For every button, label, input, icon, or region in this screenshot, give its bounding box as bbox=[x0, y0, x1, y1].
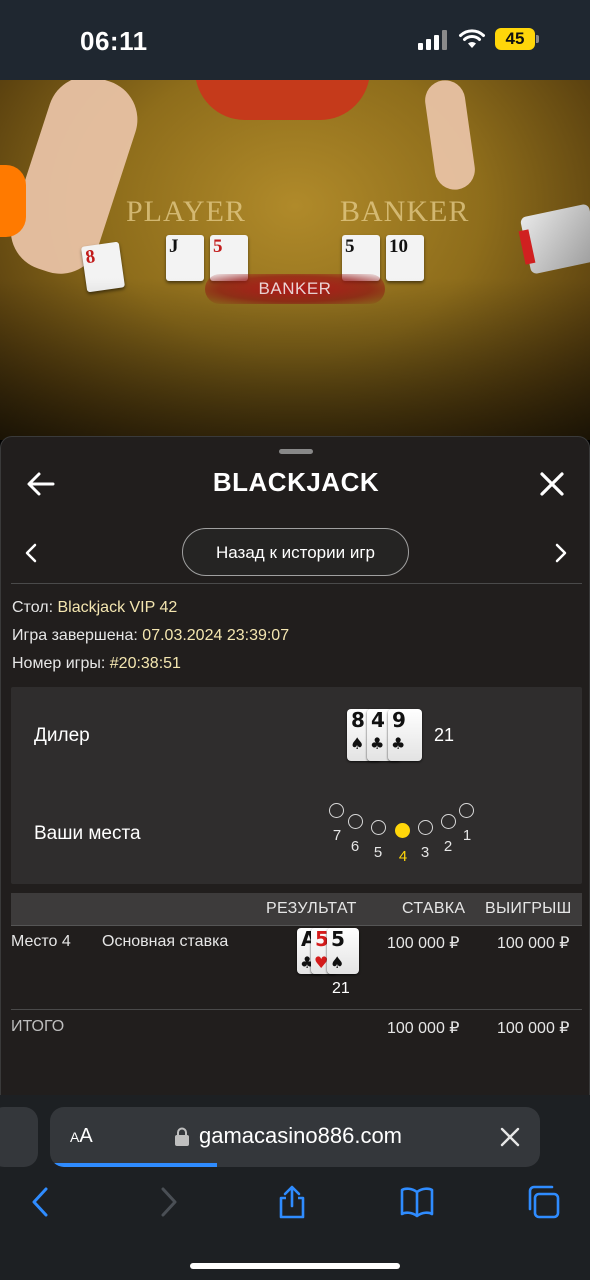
card-shoe bbox=[519, 203, 590, 275]
seat-number: 1 bbox=[462, 827, 472, 844]
seat-marker bbox=[348, 814, 363, 829]
chevron-left-icon[interactable] bbox=[21, 541, 41, 565]
column-result: РЕЗУЛЬТАТ bbox=[266, 900, 357, 917]
table-player-label: PLAYER bbox=[126, 195, 246, 228]
total-label: ИТОГО bbox=[11, 1018, 65, 1035]
dealer-score: 21 bbox=[434, 725, 455, 745]
battery-level: 45 bbox=[495, 28, 535, 50]
seat-number: 2 bbox=[443, 838, 453, 855]
seat-marker bbox=[329, 803, 344, 818]
back-to-history-button[interactable]: Назад к истории игр bbox=[182, 528, 409, 576]
round-result-banner: BANKER bbox=[205, 274, 385, 304]
column-win: ВЫИГРЫШ bbox=[485, 900, 572, 917]
page-load-progress bbox=[50, 1163, 217, 1167]
row-win-amount: 100 000 ₽ bbox=[497, 935, 570, 952]
seat-marker bbox=[418, 820, 433, 835]
battery-icon: 45 bbox=[495, 28, 539, 50]
share-icon[interactable] bbox=[275, 1185, 309, 1219]
lock-icon bbox=[175, 1127, 189, 1146]
row-seat: Место 4 bbox=[11, 933, 71, 950]
divider bbox=[11, 925, 582, 926]
panel-title: BLACKJACK bbox=[212, 467, 380, 497]
row-bet-type: Основная ставка bbox=[102, 933, 229, 950]
chevron-right-icon[interactable] bbox=[551, 541, 571, 565]
hand-summary-box: Дилер 8 ♠ 4 ♣ 9 ♣ 21 Ваши места 7 6 5 4 … bbox=[11, 687, 582, 884]
tabs-icon[interactable] bbox=[526, 1185, 560, 1219]
drag-handle[interactable] bbox=[279, 449, 313, 454]
video-card: 5 bbox=[342, 235, 380, 281]
divider bbox=[11, 583, 582, 584]
game-history-panel: BLACKJACK Назад к истории игр Стол: Blac… bbox=[0, 436, 590, 1101]
previous-tab-preview[interactable] bbox=[0, 1107, 38, 1167]
column-bet: СТАВКА bbox=[402, 900, 466, 917]
playing-card: 5 ♠ bbox=[327, 928, 359, 974]
seat-marker-active bbox=[395, 823, 410, 838]
close-icon[interactable] bbox=[537, 469, 567, 499]
row-bet-amount: 100 000 ₽ bbox=[387, 935, 460, 952]
cellular-signal-icon bbox=[418, 30, 447, 50]
seat-marker bbox=[371, 820, 386, 835]
book-icon[interactable] bbox=[400, 1185, 434, 1219]
live-video-stream[interactable]: PLAYER BANKER 8 J 5 5 10 BANKER bbox=[0, 80, 590, 440]
reader-settings-button[interactable]: AA bbox=[70, 1125, 93, 1148]
url-text: gamacasino886.com bbox=[199, 1123, 403, 1148]
info-table: Стол: Blackjack VIP 42 bbox=[12, 599, 178, 616]
video-card: 10 bbox=[386, 235, 424, 281]
total-bet: 100 000 ₽ bbox=[387, 1020, 460, 1037]
seat-number: 7 bbox=[332, 827, 342, 844]
dealer-label: Дилер bbox=[34, 725, 90, 746]
info-game-number: Номер игры: #20:38:51 bbox=[12, 655, 181, 672]
dealer-arm-right bbox=[422, 80, 478, 193]
row-hand-score: 21 bbox=[332, 980, 350, 997]
playing-card: 9 ♣ bbox=[388, 709, 422, 761]
clear-url-icon[interactable] bbox=[498, 1125, 522, 1149]
address-bar[interactable]: AA gamacasino886.com bbox=[50, 1107, 540, 1167]
browser-back-icon[interactable] bbox=[24, 1185, 58, 1219]
seat-number: 5 bbox=[373, 844, 383, 861]
browser-toolbar: AA gamacasino886.com bbox=[0, 1095, 590, 1280]
info-finished: Игра завершена: 07.03.2024 23:39:07 bbox=[12, 627, 290, 644]
video-card: 5 bbox=[210, 235, 248, 281]
seat-number: 3 bbox=[420, 844, 430, 861]
browser-forward-icon[interactable] bbox=[151, 1185, 185, 1219]
dealer-figure bbox=[195, 80, 370, 120]
status-time: 06:11 bbox=[80, 26, 148, 56]
video-card: J bbox=[166, 235, 204, 281]
your-seats-label: Ваши места bbox=[34, 823, 141, 844]
game-number: #20:38:51 bbox=[109, 655, 181, 672]
table-name: Blackjack VIP 42 bbox=[57, 599, 178, 616]
side-menu-tab[interactable] bbox=[0, 165, 26, 237]
home-indicator[interactable] bbox=[190, 1263, 400, 1269]
wifi-icon bbox=[459, 29, 485, 48]
divider bbox=[11, 1009, 582, 1010]
total-win: 100 000 ₽ bbox=[497, 1020, 570, 1037]
table-banker-label: BANKER bbox=[340, 195, 470, 228]
finished-datetime: 07.03.2024 23:39:07 bbox=[142, 627, 290, 644]
seat-number-active: 4 bbox=[398, 848, 408, 865]
seat-marker bbox=[459, 803, 474, 818]
video-card: 8 bbox=[80, 241, 126, 293]
seat-marker bbox=[441, 814, 456, 829]
status-bar: 06:11 45 bbox=[0, 0, 590, 80]
seat-number: 6 bbox=[350, 838, 360, 855]
